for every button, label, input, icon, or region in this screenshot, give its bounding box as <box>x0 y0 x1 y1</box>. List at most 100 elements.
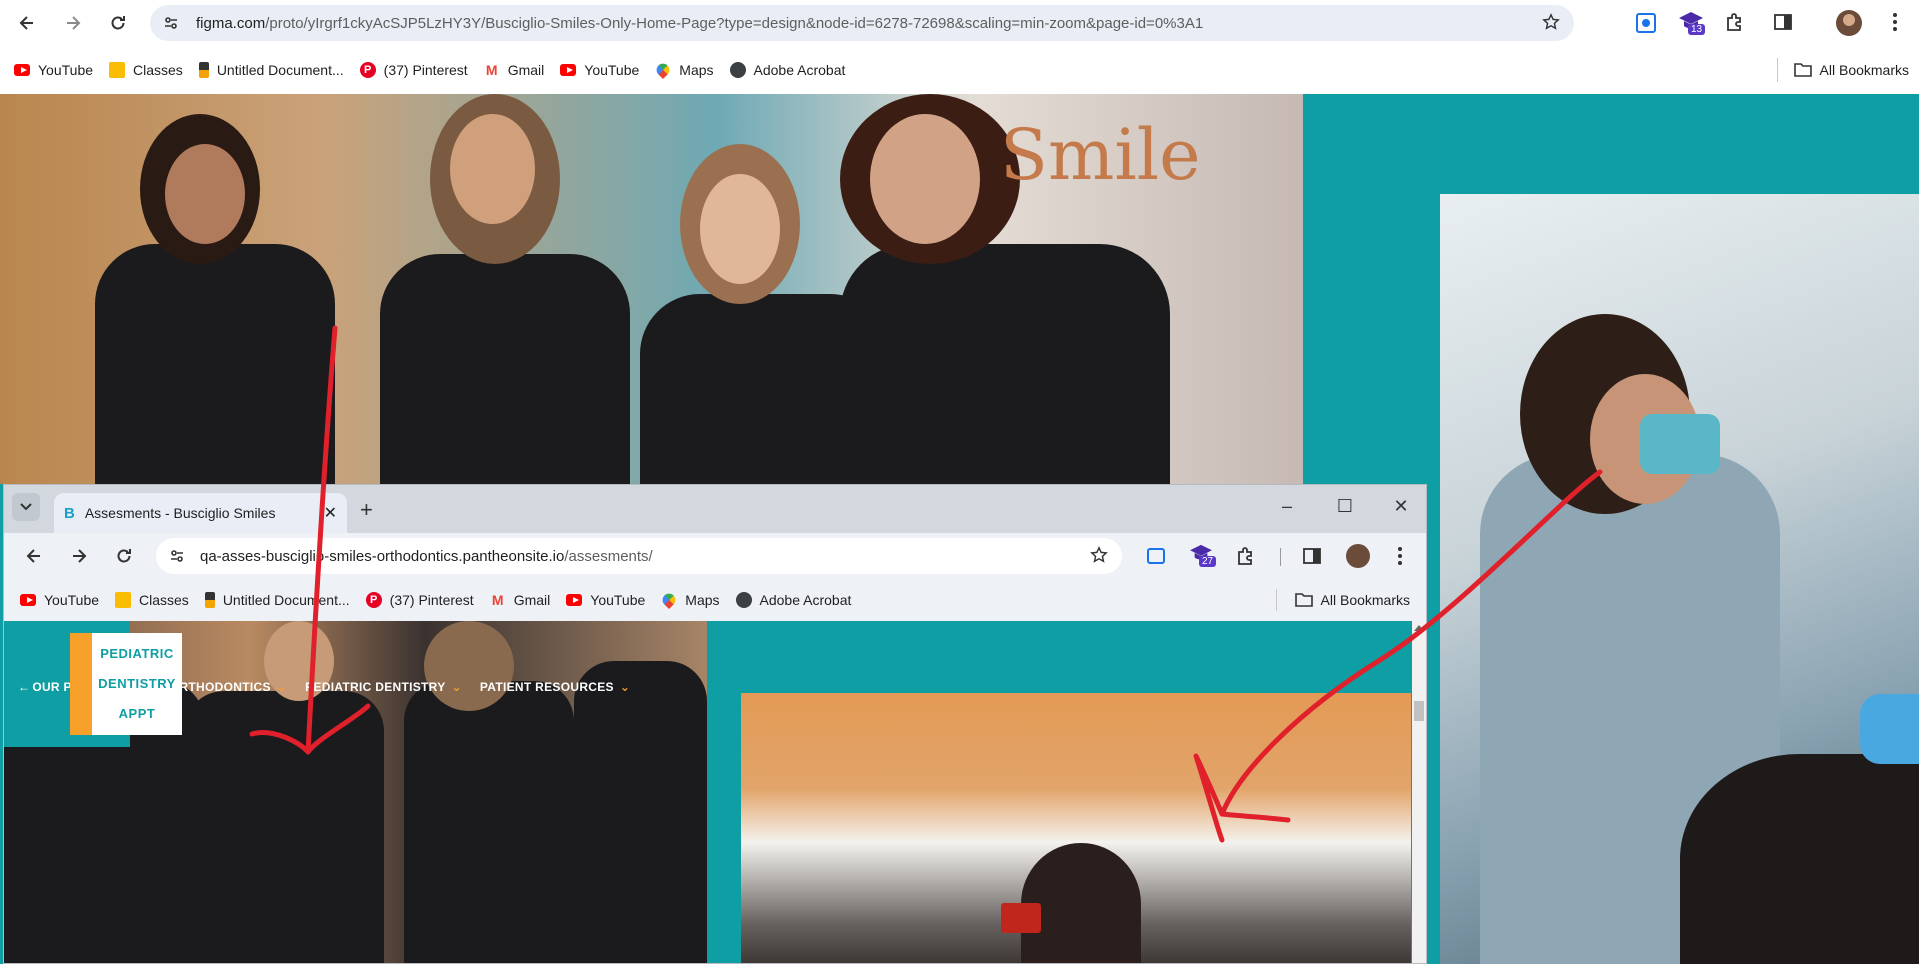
inner-reload-icon[interactable] <box>108 540 140 572</box>
all-bookmarks-label: All Bookmarks <box>1819 62 1909 78</box>
inner-address-url: qa-asses-busciglio-smiles-orthodontics.p… <box>200 548 653 565</box>
tab-assesments[interactable]: B Assesments - Busciglio Smiles ✕ <box>54 493 347 533</box>
inner-address-bar[interactable]: qa-asses-busciglio-smiles-orthodontics.p… <box>156 538 1122 574</box>
nav-our-practice[interactable]: OUR P <box>32 680 72 694</box>
busciglio-favicon-icon: B <box>64 504 75 522</box>
dropdown-line-dentistry[interactable]: DENTISTRY <box>92 669 182 699</box>
gmail-icon: M <box>491 592 504 608</box>
inner-bookmark-2[interactable]: Untitled Document... <box>197 586 358 614</box>
inner-bookmark-star-icon[interactable] <box>1090 545 1108 567</box>
bookmark-label: Maps <box>679 62 714 78</box>
page-scrollbar[interactable] <box>1412 621 1426 963</box>
nav-pediatric-dentistry[interactable]: PEDIATRIC DENTISTRY <box>305 680 445 694</box>
inner-browser-toolbar: qa-asses-busciglio-smiles-orthodontics.p… <box>4 533 1426 579</box>
bookmark-label: YouTube <box>44 592 100 608</box>
maps-icon <box>660 590 679 610</box>
bookmark-label: Classes <box>133 62 183 78</box>
inner-extensions-puzzle-icon[interactable] <box>1236 546 1256 569</box>
pinterest-icon: P <box>359 62 376 78</box>
document-icon <box>198 62 209 78</box>
dropdown-line-appt[interactable]: APPT <box>92 699 182 729</box>
inner-bookmarks-bar: YouTube Classes Untitled Document... P (37) … <box>4 579 1426 621</box>
extension-hat-icon[interactable]: 13 <box>1678 10 1706 40</box>
inner-bookmark-4[interactable]: M Gmail <box>482 586 559 614</box>
new-tab-icon[interactable]: + <box>360 497 373 523</box>
nav-patient-resources[interactable]: PATIENT RESOURCES <box>480 680 614 694</box>
hygienist-photo <box>1440 194 1919 964</box>
extensions-puzzle-icon[interactable] <box>1725 12 1745 35</box>
bookmark-label: YouTube <box>590 592 646 608</box>
inner-side-panel-icon[interactable] <box>1302 546 1322 569</box>
inner-bookmark-1[interactable]: Classes <box>107 586 197 614</box>
inner-more-menu-icon[interactable] <box>1397 546 1403 569</box>
screencast-icon[interactable] <box>1636 13 1656 33</box>
outer-bookmark-1[interactable]: Classes <box>101 56 191 84</box>
bookmark-label: Maps <box>685 592 720 608</box>
inner-screencast-icon[interactable] <box>1147 548 1165 564</box>
classroom-icon <box>115 592 132 608</box>
bookmark-label: Gmail <box>513 592 551 608</box>
youtube-icon <box>566 592 583 608</box>
inner-bookmark-5[interactable]: YouTube <box>558 586 653 614</box>
smile-wall-logo: Smile <box>1000 114 1201 196</box>
inner-profile-avatar[interactable] <box>1346 544 1370 568</box>
tab-close-icon[interactable]: ✕ <box>324 503 337 523</box>
outer-bookmark-5[interactable]: YouTube <box>552 56 647 84</box>
forward-icon[interactable] <box>57 7 89 39</box>
minimize-icon[interactable]: – <box>1264 487 1310 525</box>
outer-bookmark-2[interactable]: Untitled Document... <box>191 56 352 84</box>
close-window-icon[interactable]: ✕ <box>1378 487 1424 525</box>
outer-bookmarks-list: YouTube Classes Untitled Document... P (37) … <box>6 56 853 84</box>
dropdown-line-pediatric[interactable]: PEDIATRIC <box>92 639 182 669</box>
address-bar[interactable]: figma.com/proto/yIrgrf1ckyAcSJP5LzHY3Y/B… <box>150 5 1574 41</box>
bookmark-label: Untitled Document... <box>216 62 344 78</box>
outer-bookmark-0[interactable]: YouTube <box>6 56 101 84</box>
scroll-thumb[interactable] <box>1414 701 1424 721</box>
nav-resources-chevron-icon[interactable]: ⌄ <box>620 680 630 694</box>
inner-forward-icon[interactable] <box>63 540 95 572</box>
inner-tab-bar: B Assesments - Busciglio Smiles ✕ + – ☐ … <box>4 485 1426 533</box>
inner-site-info-icon[interactable] <box>162 548 192 564</box>
inner-all-bookmarks-label: All Bookmarks <box>1320 592 1410 608</box>
back-icon[interactable] <box>11 7 43 39</box>
outer-bookmark-7[interactable]: Adobe Acrobat <box>722 56 854 84</box>
tab-search-chevron-icon[interactable] <box>12 493 40 521</box>
inner-back-icon[interactable] <box>18 540 50 572</box>
scroll-up-icon[interactable] <box>1414 625 1424 631</box>
bookmark-label: Classes <box>139 592 189 608</box>
youtube-icon <box>560 62 577 78</box>
nav-orthodontics-chevron-icon[interactable]: ⌄ <box>277 680 287 694</box>
inner-bookmarks-list: YouTube Classes Untitled Document... P (37) … <box>12 586 859 614</box>
bookmark-star-icon[interactable] <box>1542 12 1560 34</box>
all-bookmarks-button[interactable]: All Bookmarks <box>1776 58 1909 82</box>
inner-bookmark-3[interactable]: P (37) Pinterest <box>358 586 482 614</box>
inner-all-bookmarks-button[interactable]: All Bookmarks <box>1275 589 1410 611</box>
pediatric-appt-dropdown[interactable]: PEDIATRIC DENTISTRY APPT <box>70 633 182 735</box>
team-photo: Smile <box>0 94 1303 484</box>
inner-browser-window: B Assesments - Busciglio Smiles ✕ + – ☐ … <box>3 484 1427 964</box>
more-menu-icon[interactable] <box>1892 12 1898 35</box>
inner-bookmark-6[interactable]: Maps <box>653 586 727 614</box>
outer-bookmark-6[interactable]: Maps <box>647 56 721 84</box>
maximize-icon[interactable]: ☐ <box>1322 487 1368 525</box>
document-icon <box>204 592 215 608</box>
outer-bookmark-4[interactable]: M Gmail <box>476 56 553 84</box>
site-info-icon[interactable] <box>154 9 188 37</box>
inner-bookmark-0[interactable]: YouTube <box>12 586 107 614</box>
inner-bookmark-7[interactable]: Adobe Acrobat <box>728 586 860 614</box>
inner-folder-icon <box>1294 593 1313 607</box>
reload-icon[interactable] <box>102 7 134 39</box>
side-panel-icon[interactable] <box>1773 12 1793 35</box>
nav-orthodontics[interactable]: ORTHODONTICS <box>170 680 271 694</box>
acrobat-icon <box>729 62 746 78</box>
profile-avatar[interactable] <box>1836 10 1862 36</box>
inner-extension-hat-icon[interactable]: 27 <box>1189 543 1217 573</box>
inner-url-path: /assesments/ <box>564 547 653 565</box>
nav-pediatric-chevron-icon[interactable]: ⌄ <box>452 680 462 694</box>
bookmark-label: Adobe Acrobat <box>753 62 846 78</box>
pinterest-icon: P <box>365 592 382 608</box>
url-host: figma.com <box>196 14 266 32</box>
youtube-icon <box>20 592 36 608</box>
nav-arrow-icon: ← <box>18 680 31 694</box>
outer-bookmark-3[interactable]: P (37) Pinterest <box>352 56 476 84</box>
